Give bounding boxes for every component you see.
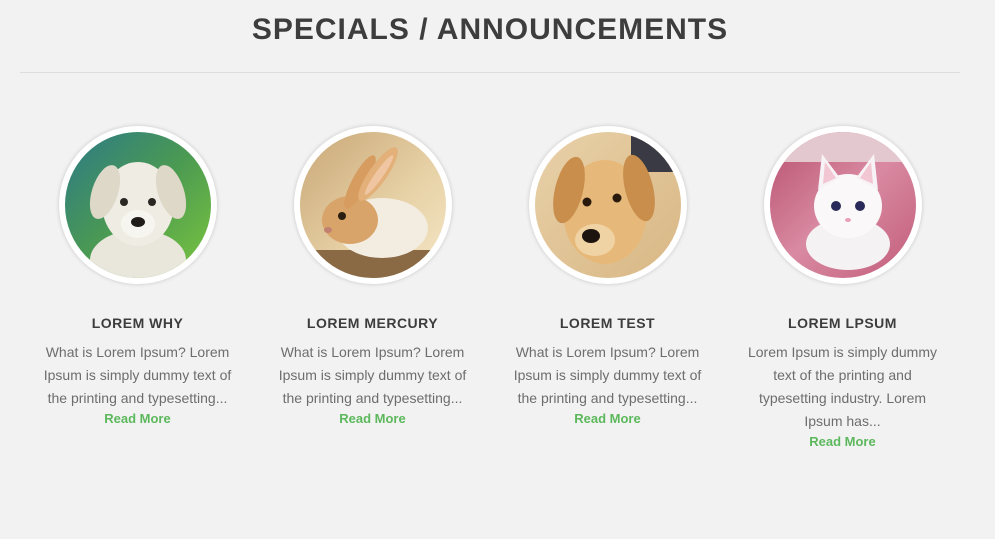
card-image-frame[interactable]	[528, 126, 687, 284]
kitten-photo	[769, 132, 916, 278]
read-more-link[interactable]: Read More	[339, 410, 405, 428]
puppy-photo	[64, 132, 211, 278]
announcement-cards: LOREM WHY What is Lorem Ipsum? Lorem Ips…	[20, 126, 960, 451]
read-more-link[interactable]: Read More	[574, 410, 640, 428]
announcement-card: LOREM WHY What is Lorem Ipsum? Lorem Ips…	[20, 126, 255, 451]
announcement-card: LOREM TEST What is Lorem Ipsum? Lorem Ip…	[490, 126, 725, 451]
read-more-link[interactable]: Read More	[104, 410, 170, 428]
card-description: Lorem Ipsum is simply dummy text of the …	[747, 344, 938, 429]
specials-section: SPECIALS / ANNOUNCEMENTS LOREM WHY What …	[0, 0, 995, 539]
card-description: What is Lorem Ipsum? Lorem Ipsum is simp…	[513, 344, 702, 406]
card-title: LOREM TEST	[559, 315, 656, 331]
card-image-frame[interactable]	[293, 126, 452, 284]
card-title: LOREM MERCURY	[306, 315, 439, 331]
card-title: LOREM LPSUM	[788, 315, 897, 331]
card-title: LOREM WHY	[91, 315, 184, 331]
announcement-card: LOREM MERCURY What is Lorem Ipsum? Lorem…	[255, 126, 490, 451]
read-more-link[interactable]: Read More	[809, 433, 875, 451]
section-divider	[20, 72, 960, 73]
golden-puppy-photo	[534, 132, 681, 278]
section-title: SPECIALS / ANNOUNCEMENTS	[251, 13, 729, 46]
card-description: What is Lorem Ipsum? Lorem Ipsum is simp…	[43, 344, 232, 406]
card-image-frame[interactable]	[763, 126, 922, 284]
card-description: What is Lorem Ipsum? Lorem Ipsum is simp…	[278, 344, 467, 406]
card-image-frame[interactable]	[58, 126, 217, 284]
announcement-card: LOREM LPSUM Lorem Ipsum is simply dummy …	[725, 126, 960, 451]
bunny-photo	[299, 132, 446, 278]
